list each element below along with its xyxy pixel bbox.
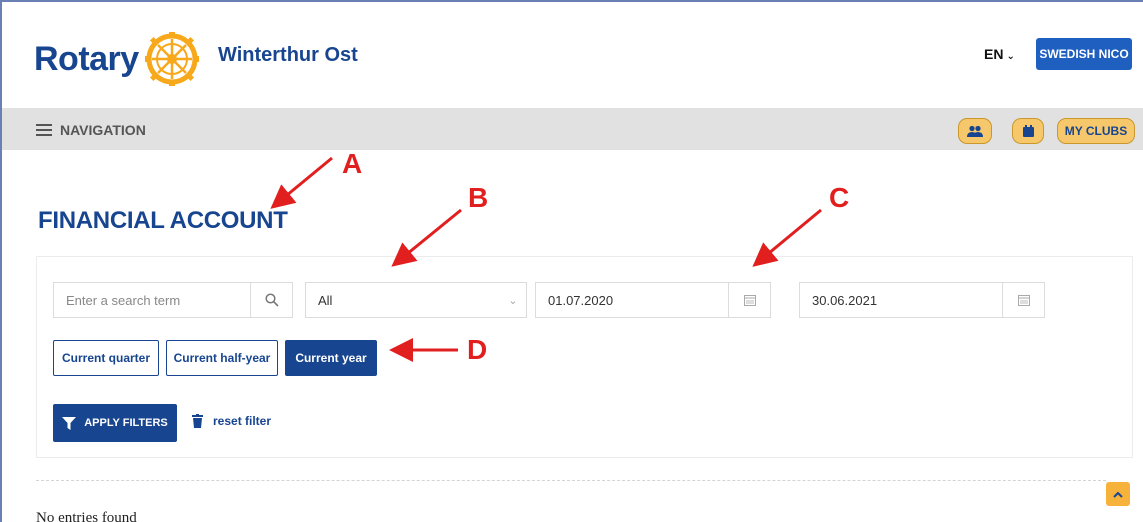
search-icon — [264, 293, 279, 307]
scroll-to-top-button[interactable] — [1106, 482, 1130, 506]
calendar-icon — [1017, 295, 1030, 306]
apply-filters-button[interactable]: APPLY FILTERS — [53, 404, 177, 442]
current-half-year-button[interactable]: Current half-year — [166, 340, 278, 376]
apply-filters-label: APPLY FILTERS — [84, 417, 168, 429]
language-selector[interactable]: EN ⌄ — [984, 46, 1015, 62]
date-to-field[interactable]: 30.06.2021 — [799, 282, 1045, 318]
reset-filter-label: reset filter — [213, 414, 272, 428]
chevron-up-icon — [1113, 491, 1123, 498]
page-title: FINANCIAL ACCOUNT — [38, 207, 288, 234]
club-name[interactable]: Winterthur Ost — [218, 44, 358, 67]
annotation-label-b: B — [468, 182, 489, 213]
site-header: Rotary — [2, 2, 1143, 108]
empty-results-message: No entries found — [36, 510, 137, 522]
navigation-bar: NAVIGATION MY CLUBS — [2, 108, 1143, 150]
chevron-down-icon: ⌄ — [508, 294, 518, 307]
search-field[interactable]: Enter a search term — [53, 282, 293, 318]
current-year-button[interactable]: Current year — [285, 340, 377, 376]
date-to-value[interactable]: 30.06.2021 — [812, 293, 1002, 308]
menu-icon — [36, 121, 52, 139]
annotation-label-d: D — [467, 334, 488, 365]
navigation-label: NAVIGATION — [60, 122, 146, 138]
date-from-picker[interactable] — [728, 283, 770, 317]
results-divider — [36, 480, 1106, 481]
trash-icon — [192, 414, 203, 428]
calendar-icon — [743, 295, 756, 306]
filter-icon — [62, 416, 77, 430]
calendar-icon — [1022, 125, 1034, 137]
calendar-button[interactable] — [1012, 118, 1044, 144]
rotary-logo[interactable]: Rotary — [34, 32, 199, 86]
chevron-down-icon: ⌄ — [1006, 51, 1015, 62]
language-label: EN — [984, 46, 1004, 62]
annotation-label-c: C — [829, 182, 850, 213]
search-input[interactable]: Enter a search term — [54, 293, 250, 308]
members-button[interactable] — [958, 118, 992, 144]
current-quarter-button[interactable]: Current quarter — [53, 340, 159, 376]
search-button[interactable] — [250, 283, 292, 317]
date-from-value[interactable]: 01.07.2020 — [548, 293, 728, 308]
my-clubs-button[interactable]: MY CLUBS — [1057, 118, 1135, 144]
date-to-picker[interactable] — [1002, 283, 1044, 317]
users-icon — [967, 125, 983, 137]
brand-wordmark: Rotary — [34, 39, 139, 78]
rotary-wheel-icon — [144, 32, 199, 86]
user-menu-button[interactable]: SWEDISH NICO — [1036, 38, 1132, 70]
category-select-value: All — [318, 292, 333, 308]
reset-filter-button[interactable]: reset filter — [192, 414, 271, 428]
navigation-toggle[interactable]: NAVIGATION — [36, 121, 146, 139]
annotation-label-a: A — [342, 148, 363, 179]
date-from-field[interactable]: 01.07.2020 — [535, 282, 771, 318]
category-select[interactable]: All ⌄ — [305, 282, 527, 318]
